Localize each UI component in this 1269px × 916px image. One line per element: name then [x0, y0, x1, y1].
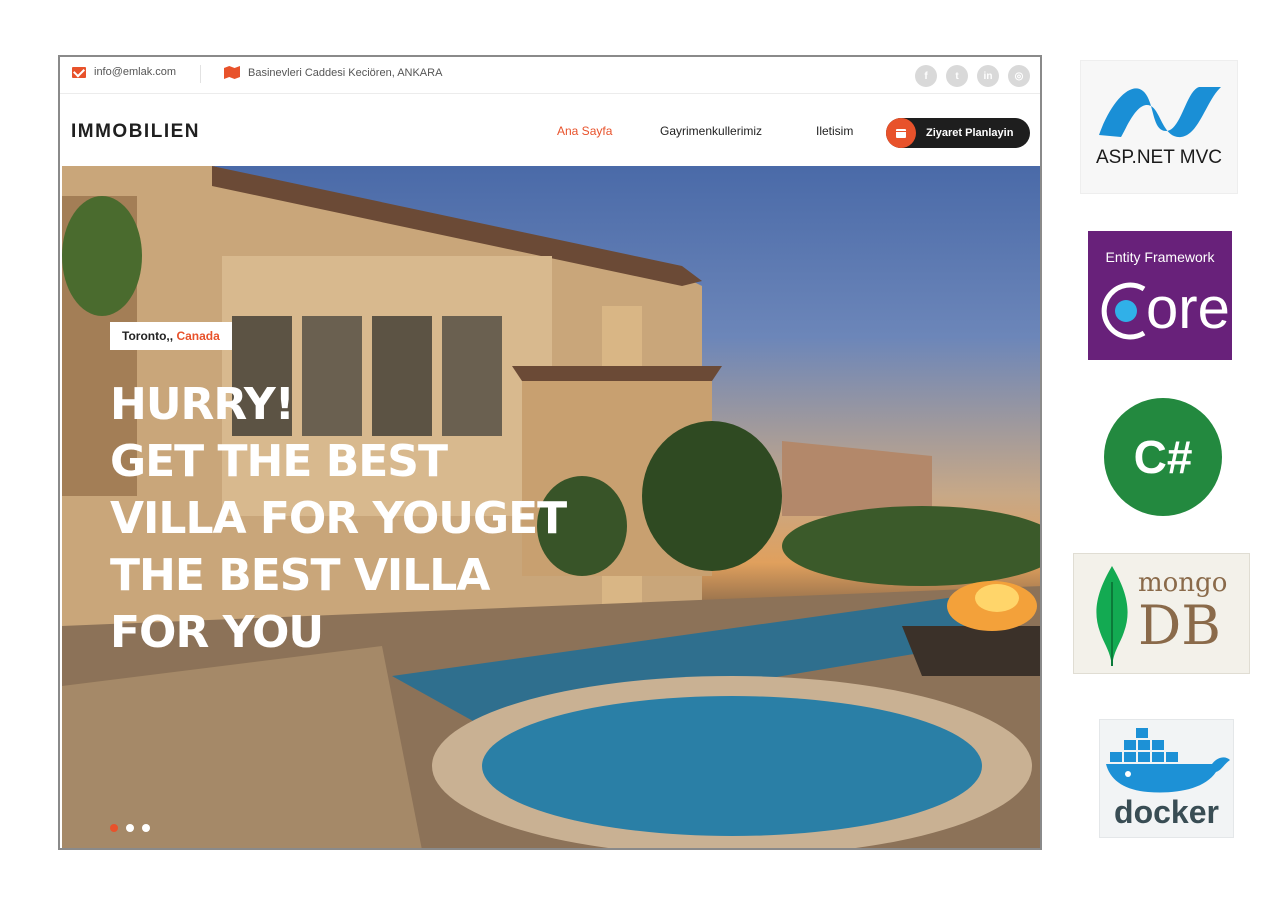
- email-contact[interactable]: info@emlak.com: [72, 66, 176, 78]
- nav-link-contact[interactable]: Iletisim: [816, 124, 853, 138]
- map-icon: [224, 66, 240, 79]
- ef-core-title: Entity Framework: [1105, 249, 1215, 265]
- slider-dots: [110, 824, 150, 832]
- csharp-label: C#: [1133, 431, 1193, 483]
- divider: [200, 65, 201, 83]
- nav-link-home[interactable]: Ana Sayfa: [557, 124, 612, 138]
- browser-frame: info@emlak.com Basinevleri Caddesi Keciö…: [58, 55, 1042, 850]
- email-text[interactable]: info@emlak.com: [94, 66, 176, 78]
- aspnet-mvc-logo: ASP.NET MVC: [1080, 60, 1238, 194]
- schedule-visit-button[interactable]: Ziyaret Planlayin: [886, 118, 1030, 148]
- instagram-icon[interactable]: ◎: [1008, 65, 1030, 87]
- envelope-icon: [72, 66, 86, 78]
- docker-word: docker: [1114, 794, 1219, 830]
- aspnet-label: ASP.NET MVC: [1095, 147, 1222, 168]
- hero-title-line: FOR YOU: [110, 607, 324, 658]
- slider-dot-2[interactable]: [126, 824, 134, 832]
- csharp-logo: C#: [1104, 398, 1222, 516]
- social-links: f t in ◎: [915, 65, 1030, 87]
- address-contact: Basinevleri Caddesi Keciören, ANKARA: [224, 66, 442, 79]
- hero-title: HURRY! GET THE BEST VILLA FOR YOUGET THE…: [110, 376, 630, 661]
- hero-title-line: HURRY!: [110, 379, 295, 430]
- mongodb-logo: mongo DB: [1073, 553, 1250, 674]
- hero-title-line: THE BEST VILLA: [110, 550, 490, 601]
- hero-title-line: VILLA FOR YOUGET: [110, 493, 567, 544]
- location-city: Canada: [176, 329, 220, 343]
- address-text: Basinevleri Caddesi Keciören, ANKARA: [248, 66, 443, 79]
- schedule-visit-label: Ziyaret Planlayin: [926, 127, 1014, 139]
- docker-logo: docker: [1099, 719, 1234, 838]
- brand-logo[interactable]: IMMOBILIEN: [71, 121, 200, 143]
- linkedin-icon[interactable]: in: [977, 65, 999, 87]
- slider-dot-3[interactable]: [142, 824, 150, 832]
- calendar-icon: [886, 118, 916, 148]
- hero-title-line: GET THE BEST: [110, 436, 448, 487]
- aspnet-wave-icon: [1099, 87, 1221, 138]
- top-bar: info@emlak.com Basinevleri Caddesi Keciö…: [60, 57, 1040, 94]
- mongodb-word-bottom: DB: [1138, 594, 1221, 657]
- slider-dot-1[interactable]: [110, 824, 118, 832]
- ef-core-word: ore: [1146, 276, 1230, 341]
- docker-whale-icon: [1106, 728, 1230, 793]
- navbar: IMMOBILIEN Ana Sayfa Gayrimenkullerimiz …: [60, 94, 1040, 166]
- mongodb-leaf-icon: [1096, 566, 1128, 666]
- facebook-icon[interactable]: f: [915, 65, 937, 87]
- location-prefix: Toronto,,: [122, 329, 174, 343]
- twitter-icon[interactable]: t: [946, 65, 968, 87]
- location-badge: Toronto,, Canada: [110, 322, 232, 350]
- nav-link-properties[interactable]: Gayrimenkullerimiz: [660, 124, 762, 138]
- hero-slider: Toronto,, Canada HURRY! GET THE BEST VIL…: [62, 166, 1040, 848]
- ef-core-logo: Entity Framework ore: [1088, 231, 1232, 360]
